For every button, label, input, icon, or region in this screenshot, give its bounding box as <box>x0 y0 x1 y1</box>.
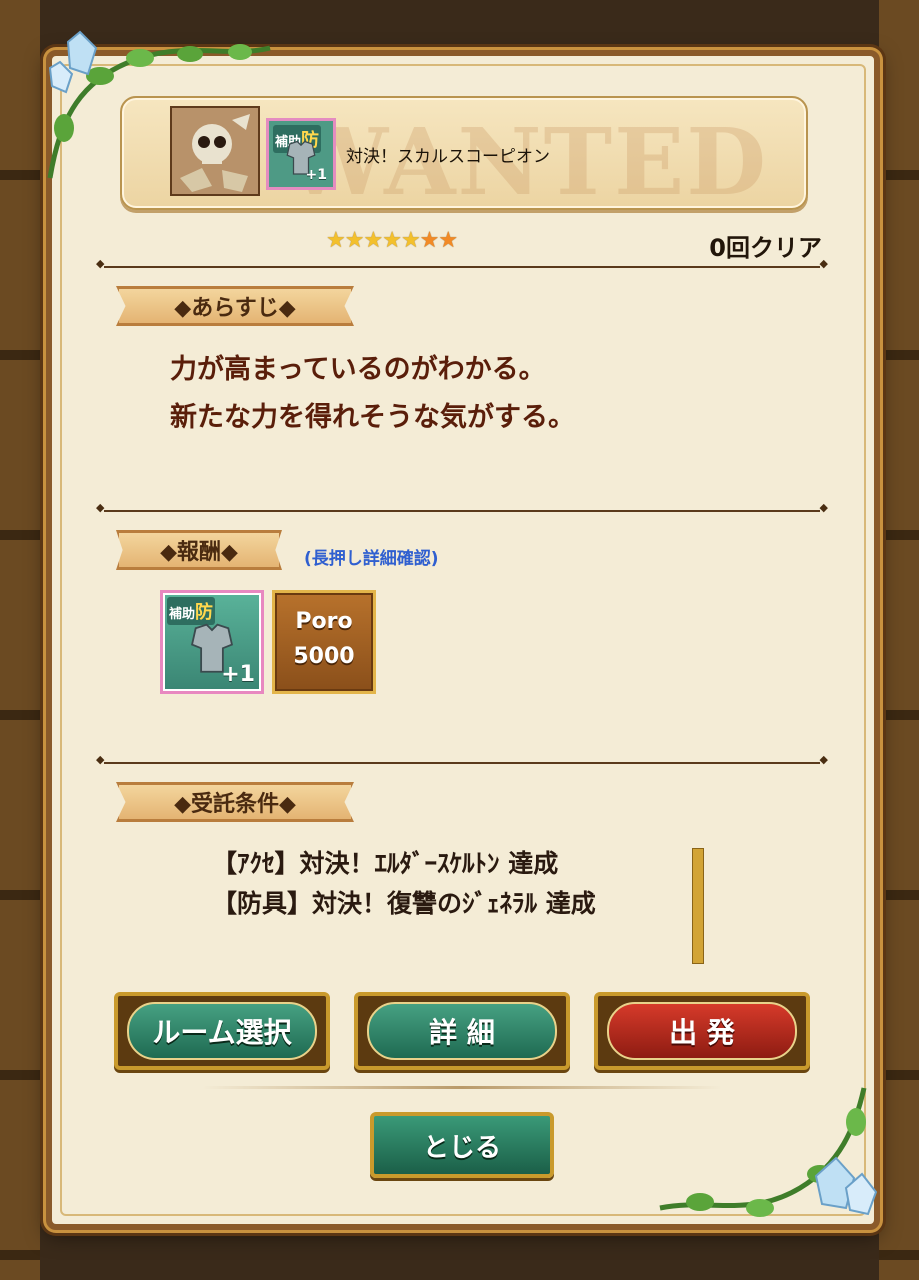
conditions-scrollbar[interactable] <box>692 848 704 964</box>
detail-button[interactable]: 詳 細 <box>354 992 570 1070</box>
reward-hint: (長押し詳細確認) <box>304 549 439 569</box>
depart-label: 出 発 <box>607 1002 797 1060</box>
star-icon: ★ <box>326 228 346 253</box>
star-icon: ★ <box>419 228 440 253</box>
poro-amount: 5000 <box>293 644 355 669</box>
difficulty-stars: ★★★★★★★ <box>326 228 458 253</box>
star-icon: ★ <box>363 228 383 253</box>
synopsis-line: 新たな力を得れそうな気がする。 <box>170 402 575 433</box>
quest-dialog: WANTED 補助防 +1 対決！スカルスコーピオン ★★★★★★★ 0回クリア… <box>46 50 880 1230</box>
reward-poro-item[interactable]: Poro 5000 <box>272 590 376 694</box>
room-select-label: ルーム選択 <box>127 1002 317 1060</box>
button-separator <box>202 1086 722 1089</box>
section-divider <box>96 501 828 514</box>
star-icon: ★ <box>382 228 402 253</box>
clear-count: 0回クリア <box>709 234 822 262</box>
quest-title: 対決！スカルスコーピオン <box>346 147 550 167</box>
synopsis-line: 力が高まっているのがわかる。 <box>170 354 546 385</box>
armor-plus-label: +1 <box>221 662 255 687</box>
armor-tag-label: 補助 <box>169 607 196 622</box>
poro-label: Poro <box>295 609 353 634</box>
armor-tag-accent: 防 <box>195 602 214 623</box>
armor-plus-label-small: +1 <box>305 167 327 183</box>
background-left-pattern <box>0 0 40 1280</box>
vine-decoration-icon <box>659 1087 878 1217</box>
section-divider <box>96 257 828 270</box>
condition-item: 【防具】対決！復讐のｼﾞｪﾈﾗﾙ 達成 <box>212 889 596 918</box>
star-icon: ★ <box>438 228 458 253</box>
section-divider <box>96 753 828 766</box>
star-icon: ★ <box>344 228 365 253</box>
reward-header: ◆報酬◆ <box>116 530 282 570</box>
vine-decoration-icon <box>47 30 271 179</box>
room-select-button[interactable]: ルーム選択 <box>114 992 330 1070</box>
depart-button[interactable]: 出 発 <box>594 992 810 1070</box>
conditions-header: ◆受託条件◆ <box>116 782 354 822</box>
synopsis-text: 力が高まっているのがわかる。 新たな力を得れそうな気がする。 <box>170 346 575 442</box>
synopsis-header: ◆あらすじ◆ <box>116 286 354 326</box>
conditions-list: 【ｱｸｾ】対決！ｴﾙﾀﾞｰｽｹﾙﾄﾝ 達成 【防具】対決！復讐のｼﾞｪﾈﾗﾙ 達… <box>212 844 596 924</box>
condition-item: 【ｱｸｾ】対決！ｴﾙﾀﾞｰｽｹﾙﾄﾝ 達成 <box>212 849 559 878</box>
detail-label: 詳 細 <box>367 1002 557 1060</box>
close-button[interactable]: とじる <box>370 1112 554 1178</box>
star-icon: ★ <box>400 228 421 253</box>
reward-armor-item[interactable]: 補助防 +1 <box>160 590 264 694</box>
